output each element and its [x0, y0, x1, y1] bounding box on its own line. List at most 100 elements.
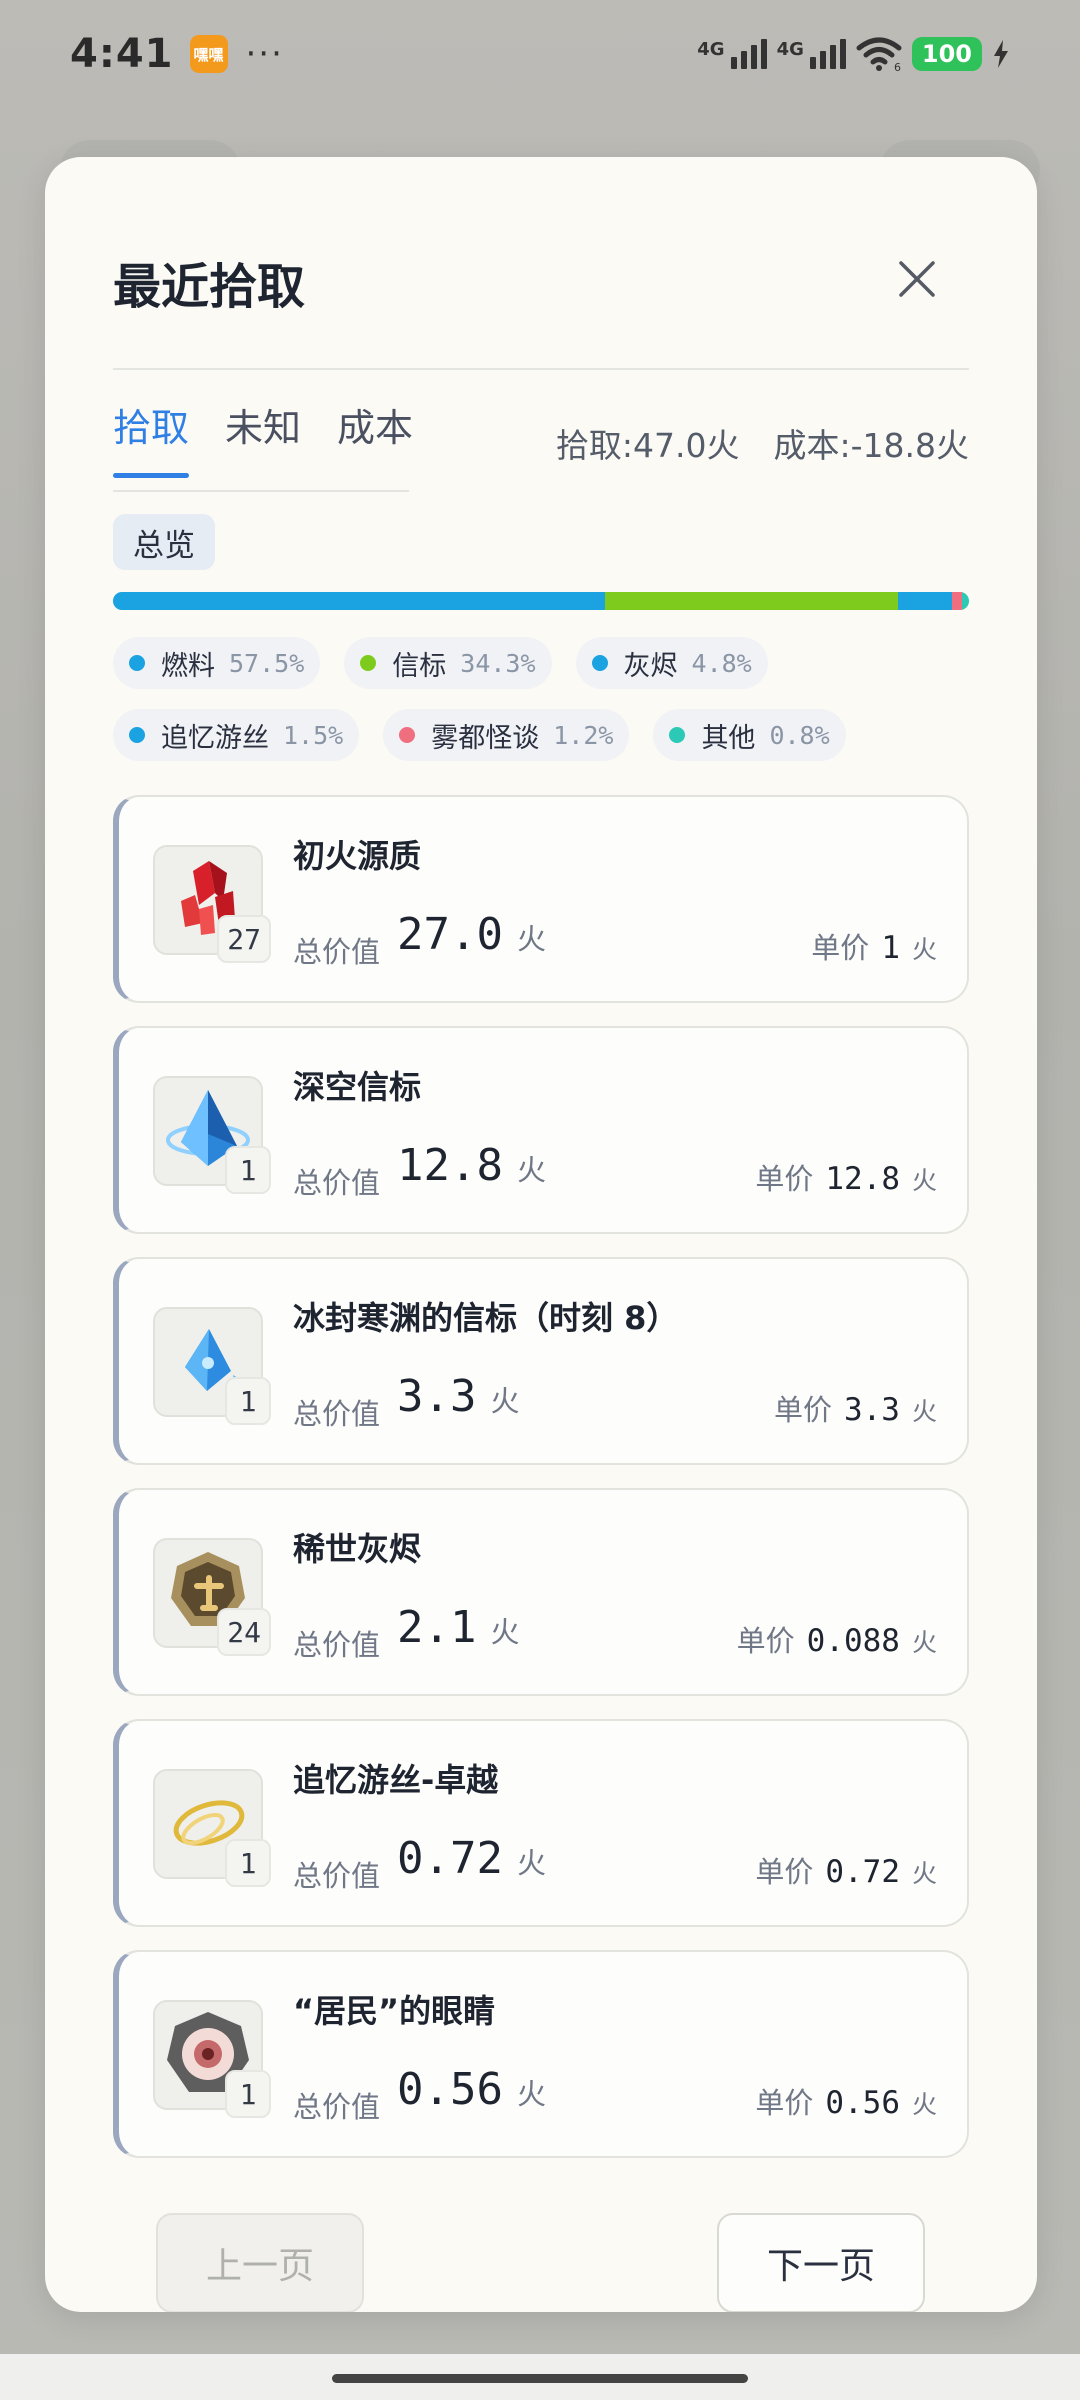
- unit-price-value: 0.56: [825, 2085, 900, 2121]
- progress-segment: [951, 592, 963, 610]
- legend-dot: [669, 727, 686, 743]
- item-thumbnail: 1: [153, 1769, 271, 1887]
- total-value: 0.56 火: [397, 2064, 546, 2115]
- item-name: 初火源质: [293, 837, 422, 875]
- legend-percent: 1.2%: [553, 720, 614, 750]
- pickup-item-card[interactable]: 24 稀世灰烬 总价值 2.1 火 单价 0.088 火: [113, 1488, 969, 1696]
- unit-price-label: 单价: [755, 1162, 814, 1196]
- item-thumbnail: 27: [153, 845, 271, 963]
- legend-label: 追忆游丝: [161, 722, 269, 754]
- unit-price-value: 3.3: [843, 1392, 900, 1428]
- total-value-unit: 火: [490, 1615, 520, 1649]
- progress-segment: [962, 592, 969, 610]
- item-name: 冰封寒渊的信标（时刻 8）: [293, 1299, 679, 1337]
- prev-page-button[interactable]: 上一页: [156, 2213, 364, 2312]
- item-quantity: 1: [225, 2070, 271, 2118]
- item-name: “居民”的眼睛: [293, 1992, 496, 2030]
- unit-price: 单价 12.8 火: [755, 1156, 937, 1198]
- total-value-label: 总价值: [293, 1859, 381, 1893]
- svg-text:6: 6: [894, 61, 901, 72]
- title-divider: [113, 368, 969, 370]
- item-thumbnail: 1: [153, 1076, 271, 1194]
- total-value-label: 总价值: [293, 1166, 381, 1200]
- legend-dot: [591, 655, 608, 671]
- category-legend: 燃料 57.5% 信标 34.3% 灰烬 4.8% 追忆游丝 1.5% 雾都怪谈 1.2% 其他 0.…: [113, 637, 983, 761]
- legend-dot: [129, 727, 145, 743]
- legend-label: 信标: [392, 650, 447, 682]
- summary-stats: 拾取:47.0火 成本:-18.8火: [556, 419, 969, 467]
- legend-dot: [129, 655, 145, 671]
- home-indicator[interactable]: [332, 2374, 748, 2383]
- unit-price-unit: 火: [911, 1166, 937, 1195]
- item-quantity: 27: [217, 915, 271, 963]
- progress-segment: [939, 592, 952, 610]
- item-quantity: 24: [217, 1608, 271, 1656]
- total-value-label: 总价值: [293, 1397, 381, 1431]
- unit-price-unit: 火: [911, 1859, 937, 1888]
- legend-label: 雾都怪谈: [431, 722, 540, 754]
- status-indicators: 4G 4G 6 100: [697, 36, 1010, 72]
- total-value-number: 3.3: [397, 1371, 477, 1422]
- recent-pickup-dialog: 最近拾取 拾取 未知 成本 拾取:47.0火 成本:-18.8火 总览 燃料 57…: [45, 157, 1037, 2312]
- pickup-item-card[interactable]: 1 “居民”的眼睛 总价值 0.56 火 单价 0.56 火: [113, 1950, 969, 2158]
- progress-segment: [604, 592, 899, 610]
- pickup-item-card[interactable]: 27 初火源质 总价值 27.0 火单价 1 火: [113, 795, 969, 1003]
- item-name: 深空信标: [293, 1068, 422, 1106]
- legend-item: 燃料 57.5%: [113, 637, 321, 689]
- total-value-number: 27.0: [397, 909, 503, 960]
- total-value-label: 总价值: [293, 2090, 381, 2124]
- item-quantity: 1: [225, 1377, 271, 1425]
- legend-label: 灰烬: [623, 650, 678, 682]
- legend-item: 追忆游丝 1.5%: [113, 709, 360, 761]
- item-thumbnail: 1: [153, 1307, 271, 1425]
- unit-price-value: 1: [881, 930, 900, 966]
- pickup-item-card[interactable]: 1 深空信标 总价值 12.8 火 单价 12.8 火: [113, 1026, 969, 1234]
- unit-price-unit: 火: [911, 935, 937, 964]
- total-value-unit: 火: [516, 2077, 546, 2111]
- pickup-item-card[interactable]: 1 冰封寒渊的信标（时刻 8） 总价值 3.3 火 单价 3.3 火: [113, 1257, 969, 1465]
- unit-price-label: 单价: [755, 1855, 814, 1889]
- total-value: 0.72 火: [397, 1833, 546, 1884]
- dialog-title: 最近拾取: [113, 259, 306, 315]
- app-notification-icon: 嘿嘿: [189, 35, 228, 73]
- total-value-number: 2.1: [397, 1602, 477, 1653]
- tab-divider: [113, 490, 409, 492]
- total-value-number: 0.56: [397, 2064, 503, 2115]
- overview-chip[interactable]: 总览: [113, 514, 215, 570]
- pickup-total: 拾取:47.0火: [555, 426, 740, 465]
- signal-4g-icon: 4G: [777, 39, 846, 69]
- tab-pickup[interactable]: 拾取: [113, 397, 190, 478]
- legend-item: 信标 34.3%: [344, 637, 552, 689]
- signal-4g-icon: 4G: [697, 39, 767, 69]
- total-value: 3.3 火: [397, 1371, 520, 1422]
- close-icon[interactable]: [891, 253, 943, 305]
- unit-price-label: 单价: [736, 1624, 795, 1658]
- total-value-number: 12.8: [397, 1140, 503, 1191]
- item-thumbnail: 1: [153, 2000, 271, 2118]
- legend-item: 其他 0.8%: [653, 709, 846, 761]
- legend-percent: 0.8%: [769, 720, 830, 750]
- total-value: 12.8 火: [397, 1140, 546, 1191]
- pickup-item-card[interactable]: 1 追忆游丝-卓越 总价值 0.72 火 单价 0.72 火: [113, 1719, 969, 1927]
- unit-price: 单价 1 火: [811, 925, 937, 967]
- item-quantity: 1: [225, 1146, 271, 1194]
- cost-total: 成本:-18.8火: [773, 426, 969, 465]
- total-value-label: 总价值: [293, 935, 381, 969]
- total-value: 2.1 火: [397, 1602, 520, 1653]
- item-quantity: 1: [225, 1839, 271, 1887]
- unit-price-value: 0.72: [825, 1854, 900, 1890]
- legend-dot: [399, 727, 416, 743]
- tab-cost[interactable]: 成本: [337, 397, 413, 478]
- unit-price: 单价 0.56 火: [755, 2080, 937, 2122]
- unit-price-unit: 火: [911, 2090, 937, 2119]
- charging-bolt-icon: [994, 40, 1008, 68]
- unit-price: 单价 0.72 火: [755, 1849, 937, 1891]
- wifi-icon: 6: [856, 37, 902, 72]
- total-value: 27.0 火: [397, 909, 546, 960]
- tab-unknown[interactable]: 未知: [225, 397, 301, 478]
- total-value-unit: 火: [490, 1384, 520, 1418]
- next-page-button[interactable]: 下一页: [717, 2213, 925, 2312]
- legend-percent: 4.8%: [691, 648, 752, 678]
- item-name: 追忆游丝-卓越: [293, 1761, 499, 1799]
- item-list: 27 初火源质 总价值 27.0 火单价 1 火 1 深空信标 总价值 12.8 火单价 12.8 火 1 冰…: [113, 795, 969, 2181]
